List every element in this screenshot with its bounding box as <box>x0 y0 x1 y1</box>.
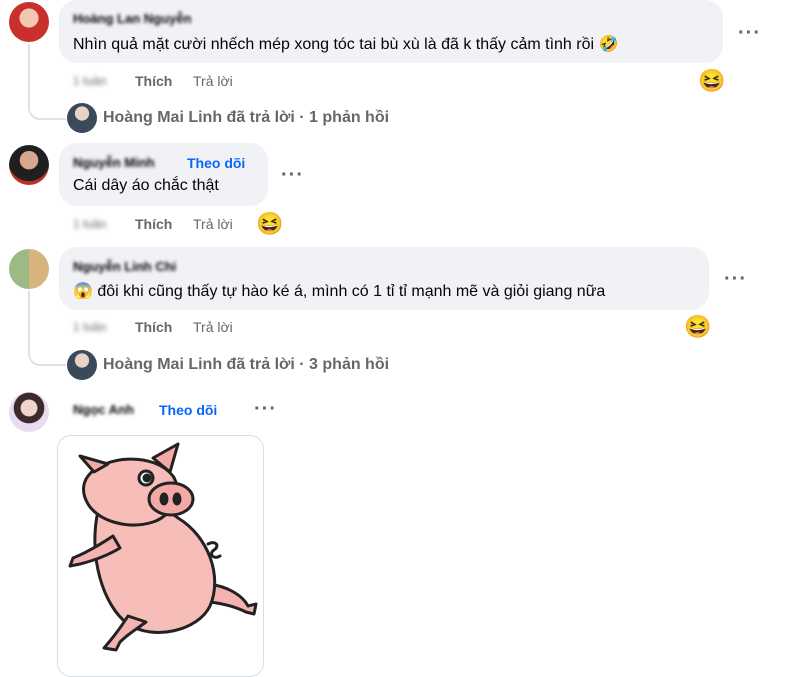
comment-text-content: Nhìn quả mặt cười nhếch mép xong tóc tai… <box>73 36 595 53</box>
avatar[interactable] <box>9 249 49 289</box>
laugh-reaction-icon[interactable]: 😆 <box>698 68 725 94</box>
view-replies-link[interactable]: Hoàng Mai Linh đã trả lời · 1 phản hồi <box>103 109 389 127</box>
avatar[interactable] <box>9 145 49 185</box>
reply-avatar[interactable] <box>67 103 97 133</box>
follow-button[interactable]: Theo dõi <box>159 402 217 418</box>
comment-text-content: đôi khi cũng thấy tự hào ké á, mình có 1… <box>97 283 606 300</box>
laugh-reaction-icon[interactable]: 😆 <box>684 314 711 340</box>
comment-author[interactable]: Ngọc Anh <box>73 402 134 417</box>
follow-button[interactable]: Theo dõi <box>187 155 245 171</box>
reply-button[interactable]: Trả lời <box>193 216 233 232</box>
comment-time[interactable]: 1 tuần <box>73 320 106 334</box>
view-replies-link[interactable]: Hoàng Mai Linh đã trả lời · 3 phản hồi <box>103 356 389 374</box>
comment-text: Nhìn quả mặt cười nhếch mép xong tóc tai… <box>73 34 618 54</box>
comment-bubble <box>59 143 268 206</box>
more-options-icon[interactable]: ··· <box>738 23 761 43</box>
thread-connector <box>28 291 66 366</box>
reply-button[interactable]: Trả lời <box>193 73 233 89</box>
reply-button[interactable]: Trả lời <box>193 319 233 335</box>
more-options-icon[interactable]: ··· <box>724 269 747 289</box>
like-button[interactable]: Thích <box>135 216 172 232</box>
comment-text: 😱 đôi khi cũng thấy tự hào ké á, mình có… <box>73 281 605 301</box>
laugh-reaction-icon[interactable]: 😆 <box>256 211 283 237</box>
sticker-attachment[interactable] <box>57 435 264 677</box>
like-button[interactable]: Thích <box>135 73 172 89</box>
comment-time[interactable]: 1 tuần <box>73 217 106 231</box>
more-options-icon[interactable]: ··· <box>254 399 277 419</box>
comment-text: Cái dây áo chắc thật <box>73 177 219 194</box>
comment-author[interactable]: Nguyễn Linh Chi <box>73 259 176 274</box>
like-button[interactable]: Thích <box>135 319 172 335</box>
reply-avatar[interactable] <box>67 350 97 380</box>
thread-connector <box>28 44 66 120</box>
avatar[interactable] <box>9 392 49 432</box>
scream-emoji-icon: 😱 <box>73 283 93 300</box>
comment-author[interactable]: Nguyễn Minh <box>73 155 155 170</box>
rofl-emoji-icon: 🤣 <box>598 36 619 53</box>
comment-author[interactable]: Hoàng Lan Nguyễn <box>73 11 191 26</box>
avatar[interactable] <box>9 2 49 42</box>
comment-time[interactable]: 1 tuần <box>73 74 106 88</box>
pig-sticker-icon <box>68 442 258 652</box>
more-options-icon[interactable]: ··· <box>281 165 304 185</box>
